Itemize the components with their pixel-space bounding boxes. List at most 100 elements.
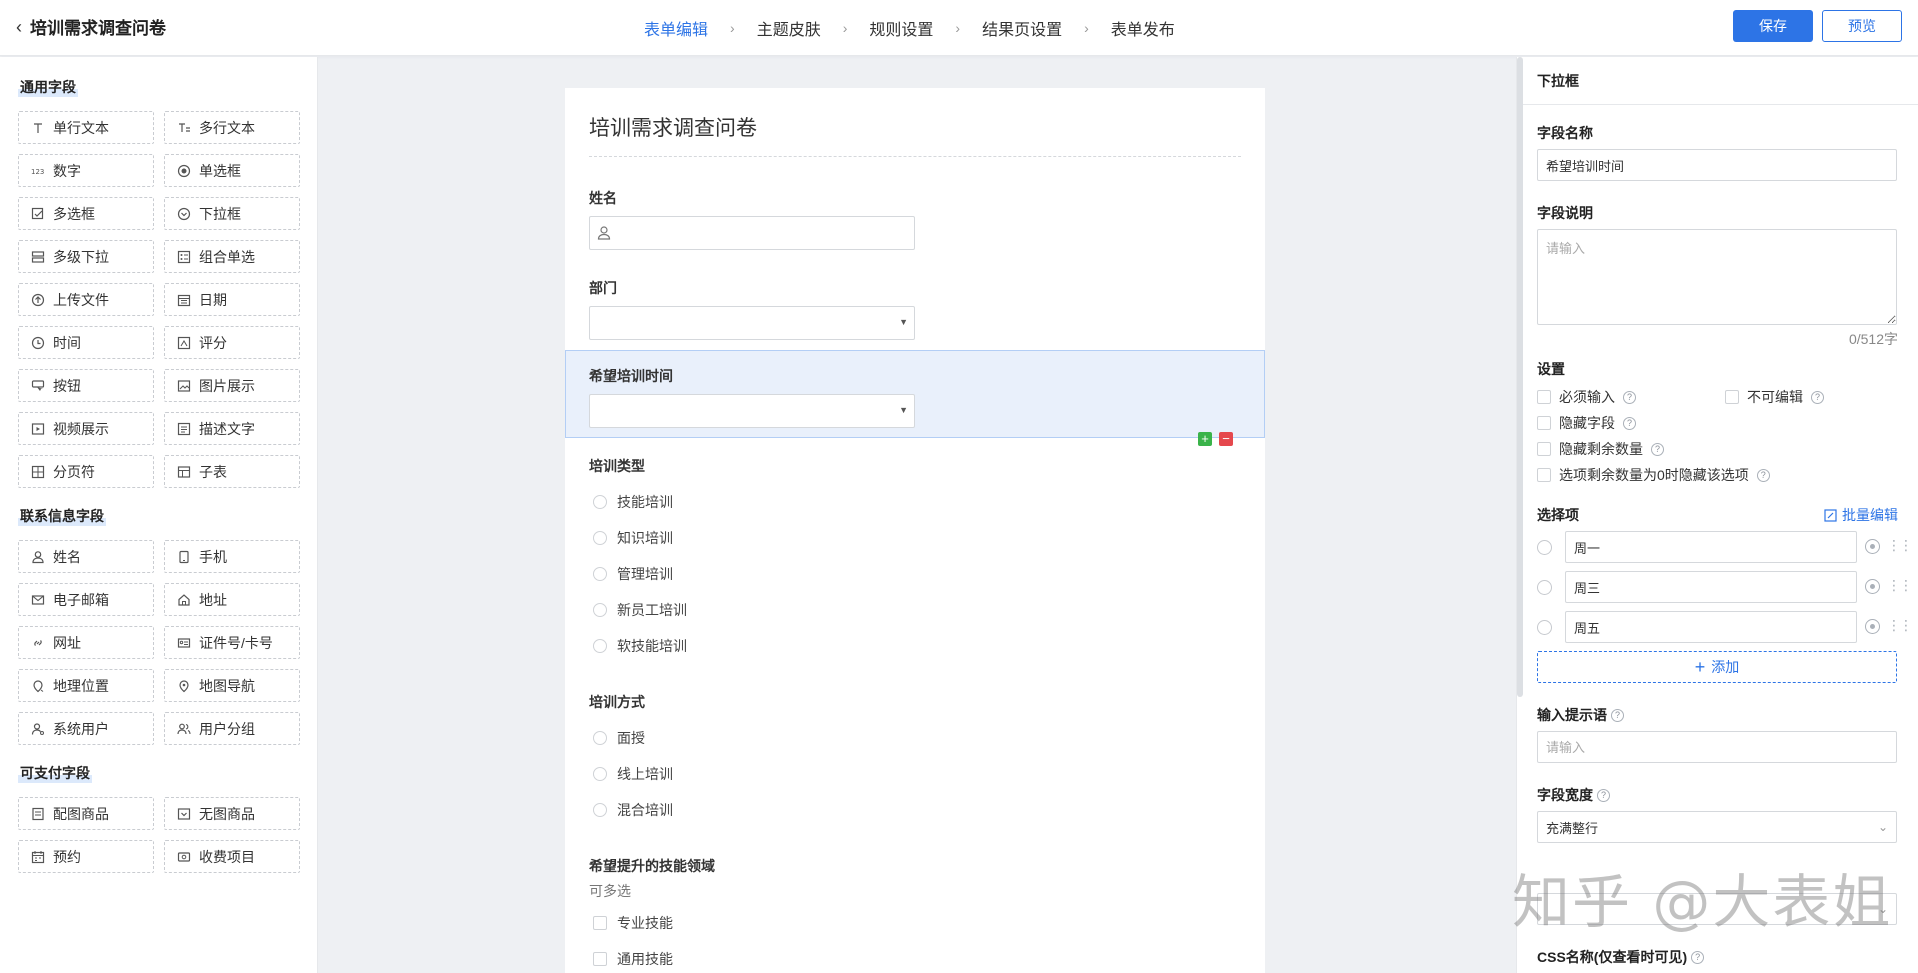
drag-handle-icon[interactable]: ⋮⋮	[1887, 577, 1913, 594]
help-icon[interactable]: ?	[1597, 788, 1610, 802]
palette-item[interactable]: 下拉框	[164, 197, 300, 230]
time-select[interactable]: ▼	[589, 394, 915, 428]
palette-item[interactable]: 描述文字	[164, 412, 300, 445]
eye-icon[interactable]	[1865, 539, 1880, 554]
checkbox-icon[interactable]	[1537, 468, 1551, 482]
name-input[interactable]	[589, 216, 915, 250]
palette-item[interactable]: 地图导航	[164, 669, 300, 702]
palette-item[interactable]: 时间	[18, 326, 154, 359]
required-checkbox[interactable]: 必须输入?	[1537, 387, 1636, 407]
radio-option[interactable]: 面授	[593, 728, 645, 748]
radio-option[interactable]: 管理培训	[593, 564, 673, 584]
palette-item[interactable]: 收费项目	[164, 840, 300, 873]
palette-item[interactable]: 系统用户	[18, 712, 154, 745]
panel-scrollbar[interactable]	[1517, 57, 1523, 697]
palette-item[interactable]: 电子邮箱	[18, 583, 154, 616]
palette-item[interactable]: 地址	[164, 583, 300, 616]
radio-icon[interactable]	[1537, 620, 1552, 635]
drag-handle-icon[interactable]: ⋮⋮	[1887, 617, 1913, 634]
radio-option[interactable]: 新员工培训	[593, 600, 687, 620]
dept-select[interactable]: ▼	[589, 306, 915, 340]
field-name-input[interactable]	[1537, 149, 1897, 181]
radio-icon[interactable]	[593, 731, 607, 745]
hidden-checkbox[interactable]: 隐藏字段?	[1537, 413, 1636, 433]
palette-item[interactable]: 视频展示	[18, 412, 154, 445]
help-icon[interactable]: ?	[1691, 950, 1705, 964]
palette-item[interactable]: 组合单选	[164, 240, 300, 273]
radio-icon[interactable]	[1537, 540, 1552, 555]
hide-zero-checkbox[interactable]: 选项剩余数量为0时隐藏该选项?	[1537, 465, 1770, 485]
palette-item[interactable]: 单选框	[164, 154, 300, 187]
palette-item[interactable]: 子表	[164, 455, 300, 488]
delete-field-button[interactable]: −	[1219, 432, 1233, 446]
step-rules[interactable]: 规则设置	[869, 16, 933, 40]
palette-item[interactable]: 预约	[18, 840, 154, 873]
batch-edit-link[interactable]: 批量编辑	[1824, 505, 1898, 525]
palette-item[interactable]: 123 数字	[18, 154, 154, 187]
palette-item[interactable]: 多行文本	[164, 111, 300, 144]
option-input[interactable]	[1565, 531, 1857, 563]
radio-icon[interactable]	[593, 767, 607, 781]
radio-option[interactable]: 线上培训	[593, 764, 673, 784]
palette-item[interactable]: 地理位置	[18, 669, 154, 702]
step-theme[interactable]: 主题皮肤	[757, 16, 821, 40]
width-select[interactable]: 充满整行 ⌄	[1537, 811, 1897, 843]
add-field-button[interactable]: +	[1198, 432, 1212, 446]
palette-item[interactable]: 配图商品	[18, 797, 154, 830]
radio-icon[interactable]	[593, 495, 607, 509]
back-button[interactable]: ‹ 培训需求调查问卷	[16, 14, 166, 39]
palette-item[interactable]: 上传文件	[18, 283, 154, 316]
palette-item[interactable]: 多级下拉	[18, 240, 154, 273]
help-icon[interactable]: ?	[1651, 442, 1664, 456]
prompt-input[interactable]	[1537, 731, 1897, 763]
step-result-page[interactable]: 结果页设置	[982, 16, 1062, 40]
checkbox-option[interactable]: 专业技能	[593, 913, 673, 933]
palette-item[interactable]: 网址	[18, 626, 154, 659]
hide-remaining-checkbox[interactable]: 隐藏剩余数量?	[1537, 439, 1664, 459]
palette-item[interactable]: 图片展示	[164, 369, 300, 402]
checkbox-icon[interactable]	[1537, 416, 1551, 430]
radio-icon[interactable]	[593, 603, 607, 617]
eye-icon[interactable]	[1865, 579, 1880, 594]
checkbox-icon[interactable]	[593, 952, 607, 966]
radio-icon[interactable]	[593, 531, 607, 545]
readonly-checkbox[interactable]: 不可编辑?	[1725, 387, 1824, 407]
step-publish[interactable]: 表单发布	[1111, 16, 1175, 40]
option-input[interactable]	[1565, 571, 1857, 603]
save-button[interactable]: 保存	[1733, 10, 1813, 42]
add-option-button[interactable]: + 添加	[1537, 651, 1897, 683]
palette-item[interactable]: 用户分组	[164, 712, 300, 745]
checkbox-icon[interactable]	[1537, 442, 1551, 456]
palette-item[interactable]: 证件号/卡号	[164, 626, 300, 659]
preview-button[interactable]: 预览	[1822, 10, 1902, 42]
help-icon[interactable]: ?	[1623, 390, 1636, 404]
help-icon[interactable]: ?	[1623, 416, 1636, 430]
checkbox-icon[interactable]	[1537, 390, 1551, 404]
radio-icon[interactable]	[593, 639, 607, 653]
palette-item[interactable]: 单行文本	[18, 111, 154, 144]
help-icon[interactable]: ?	[1811, 390, 1824, 404]
palette-item[interactable]: 手机	[164, 540, 300, 573]
help-icon[interactable]: ?	[1611, 708, 1624, 722]
radio-option[interactable]: 软技能培训	[593, 636, 687, 656]
radio-icon[interactable]	[1537, 580, 1552, 595]
option-input[interactable]	[1565, 611, 1857, 643]
checkbox-option[interactable]: 通用技能	[593, 949, 673, 969]
palette-item[interactable]: 多选框	[18, 197, 154, 230]
radio-icon[interactable]	[593, 803, 607, 817]
radio-option[interactable]: 技能培训	[593, 492, 673, 512]
eye-icon[interactable]	[1865, 619, 1880, 634]
radio-option[interactable]: 混合培训	[593, 800, 673, 820]
palette-item[interactable]: 按钮	[18, 369, 154, 402]
checkbox-icon[interactable]	[1725, 390, 1739, 404]
palette-item[interactable]: 姓名	[18, 540, 154, 573]
palette-item[interactable]: 评分	[164, 326, 300, 359]
palette-item[interactable]: 无图商品	[164, 797, 300, 830]
palette-item[interactable]: 日期	[164, 283, 300, 316]
field-desc-textarea[interactable]	[1537, 229, 1897, 325]
palette-item[interactable]: 分页符	[18, 455, 154, 488]
radio-icon[interactable]	[593, 567, 607, 581]
step-form-edit[interactable]: 表单编辑	[644, 16, 708, 40]
drag-handle-icon[interactable]: ⋮⋮	[1887, 537, 1913, 554]
help-icon[interactable]: ?	[1756, 468, 1770, 482]
